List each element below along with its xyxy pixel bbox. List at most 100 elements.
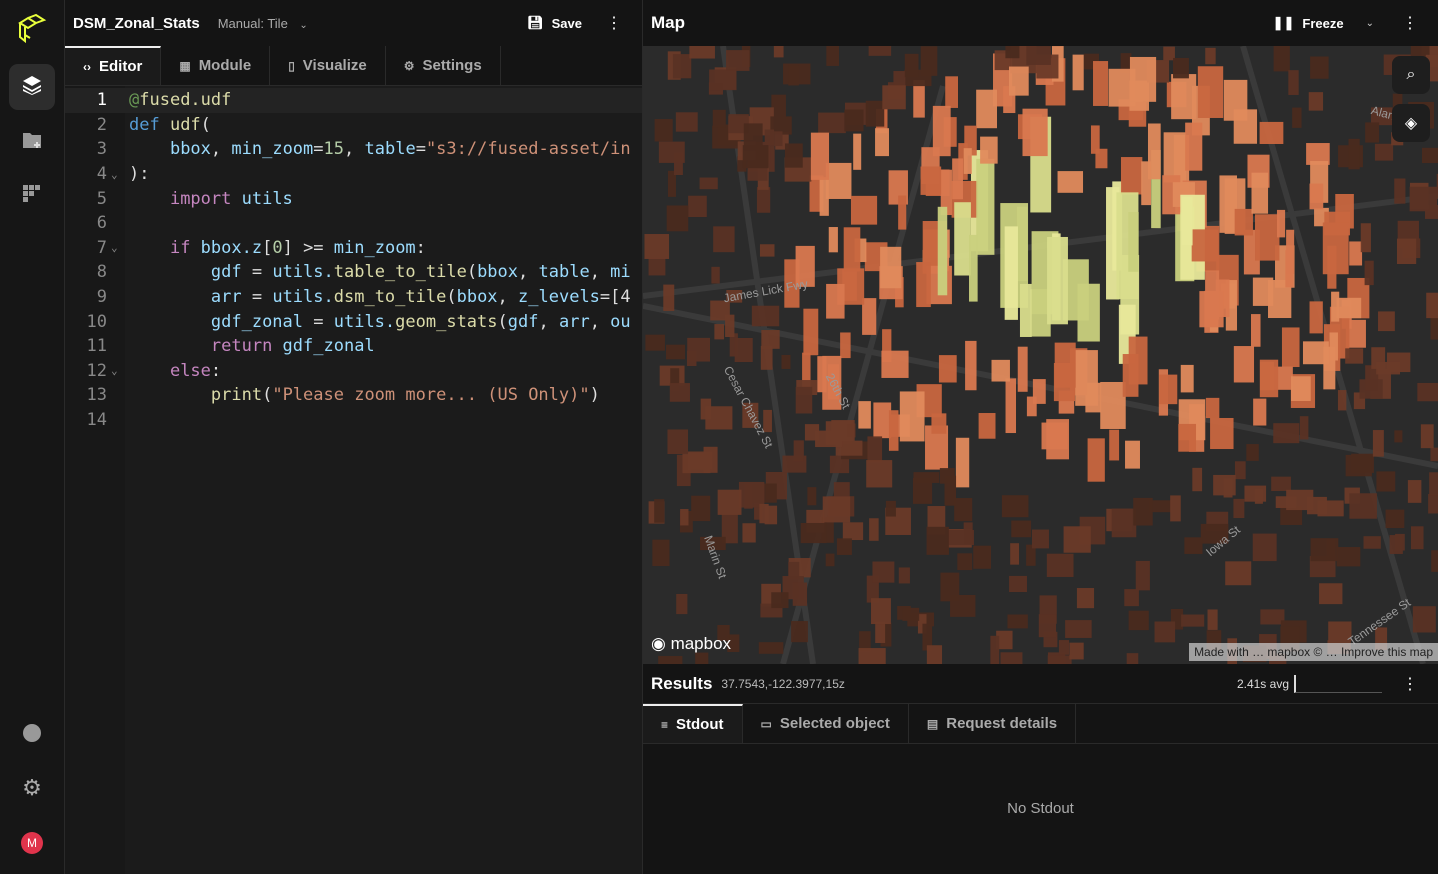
mode-dropdown[interactable]: Manual: Tile ⌄ <box>218 16 308 31</box>
building <box>1004 226 1018 320</box>
building <box>868 46 892 56</box>
fold-chevron-icon[interactable]: ⌄ <box>107 241 129 254</box>
freeze-label: Freeze <box>1302 15 1344 31</box>
code-token: import <box>169 188 242 209</box>
building <box>1233 346 1255 383</box>
tab-request-details[interactable]: ▤ Request details <box>909 704 1077 743</box>
building <box>873 402 892 439</box>
gear-icon: ⚙ <box>22 775 42 800</box>
building <box>1273 423 1300 444</box>
building <box>822 496 851 523</box>
building <box>1128 336 1148 385</box>
building <box>1273 46 1290 72</box>
building <box>920 46 938 76</box>
building <box>1000 652 1023 664</box>
building <box>866 460 893 488</box>
code-line[interactable]: 5 import utils <box>65 186 642 211</box>
building <box>669 383 690 402</box>
code-token: utils. <box>333 311 396 332</box>
building <box>875 621 886 644</box>
more-icon[interactable]: ⋮ <box>606 13 622 33</box>
tab-selected-object[interactable]: ▭ Selected object <box>743 704 909 743</box>
building <box>788 65 799 86</box>
code-line[interactable]: 9 arr = utils. dsm_to_tile(bbox, z_levels… <box>65 285 642 310</box>
building <box>957 553 973 571</box>
building <box>1010 543 1020 565</box>
building <box>1233 498 1245 519</box>
more-icon[interactable]: ⋮ <box>1402 13 1418 33</box>
building <box>695 652 709 664</box>
building <box>781 354 791 369</box>
building <box>1288 70 1299 95</box>
tab-visualize[interactable]: ▯ Visualize <box>270 46 386 85</box>
building <box>711 266 720 284</box>
map-search-button[interactable]: ⌕ <box>1392 56 1430 94</box>
code-line[interactable]: 4 ⌄): <box>65 162 642 187</box>
building <box>1252 277 1274 306</box>
code-line[interactable]: 12 ⌄ else: <box>65 359 642 384</box>
building <box>1128 610 1149 631</box>
building <box>1292 107 1302 128</box>
tab-settings[interactable]: ⚙ Settings <box>386 46 501 85</box>
user-button[interactable]: M <box>9 820 55 866</box>
building <box>1223 79 1248 121</box>
modules-button[interactable] <box>9 173 55 219</box>
code-line[interactable]: 6 <box>65 211 642 236</box>
building <box>803 308 819 356</box>
layers-button[interactable] <box>9 64 55 110</box>
map-attribution[interactable]: Made with … mapbox © … Improve this map <box>1189 643 1438 661</box>
code-line[interactable]: 13 print("Please zoom more... (US Only)"… <box>65 383 642 408</box>
building <box>963 148 972 174</box>
building <box>1378 311 1395 332</box>
settings-button[interactable]: ⚙ <box>9 765 55 811</box>
tab-editor[interactable]: ‹› Editor <box>65 46 162 85</box>
fold-chevron-icon[interactable]: ⌄ <box>107 168 129 181</box>
tab-stdout[interactable]: ≡ Stdout <box>643 704 743 743</box>
line-number: 12 <box>86 360 107 381</box>
empty-stdout-message: No Stdout <box>1007 800 1074 817</box>
code-token: ( <box>446 287 457 308</box>
building <box>869 518 879 541</box>
pause-icon: ❚❚ <box>1272 15 1295 30</box>
code-token: , <box>518 262 539 283</box>
code-token: print <box>210 385 263 406</box>
code-line[interactable]: 3 bbox, min_zoom = 15, table = "s3://fused-a… <box>65 137 642 162</box>
line-number: 7 <box>96 237 107 258</box>
freeze-button[interactable]: ❚❚ Freeze <box>1273 15 1344 31</box>
code-line[interactable]: 14 <box>65 408 642 433</box>
code-editor[interactable]: 1 @ fused.udf 2 def udf(3 bbox, min_zoom = 15,… <box>65 86 642 432</box>
code-line[interactable]: 8 gdf = utils. table_to_tile(bbox, table,… <box>65 260 642 285</box>
building <box>1345 454 1372 477</box>
building <box>666 344 686 360</box>
code-line[interactable]: 11 return gdf_zonal <box>65 334 642 359</box>
code-line[interactable]: 7 ⌄ if bbox.z[0] >= min_zoom: <box>65 236 642 261</box>
tab-module[interactable]: ▦ Module <box>161 46 271 85</box>
building <box>1001 495 1029 518</box>
save-button[interactable]: 💾︎ Save <box>527 15 582 31</box>
building <box>1407 480 1422 503</box>
building <box>1170 495 1181 522</box>
map-layers-button[interactable]: ◈ <box>1392 104 1430 142</box>
chevron-down-icon[interactable]: ⌄ <box>1366 18 1374 29</box>
building <box>1038 614 1057 638</box>
building <box>1319 583 1343 605</box>
help-button[interactable] <box>9 710 55 756</box>
add-folder-button[interactable] <box>9 119 55 165</box>
results-panel: Results 37.7543,-122.3977,15z 2.41s avg … <box>643 664 1438 874</box>
code-line[interactable]: 1 @ fused.udf <box>65 88 642 113</box>
building <box>916 262 931 308</box>
building <box>882 85 906 110</box>
fused-logo <box>14 13 48 52</box>
more-icon[interactable]: ⋮ <box>1402 674 1418 694</box>
building <box>1329 332 1338 361</box>
building <box>1410 526 1424 550</box>
code-line[interactable]: 2 def udf( <box>65 113 642 138</box>
building <box>795 386 813 414</box>
building <box>1005 378 1017 434</box>
building <box>1017 346 1028 392</box>
code-line[interactable]: 10 gdf_zonal = utils. geom_stats(gdf, arr… <box>65 309 642 334</box>
fold-chevron-icon[interactable]: ⌄ <box>107 364 129 377</box>
map-canvas[interactable] <box>643 46 1438 664</box>
building <box>1331 291 1340 322</box>
building <box>688 195 707 218</box>
